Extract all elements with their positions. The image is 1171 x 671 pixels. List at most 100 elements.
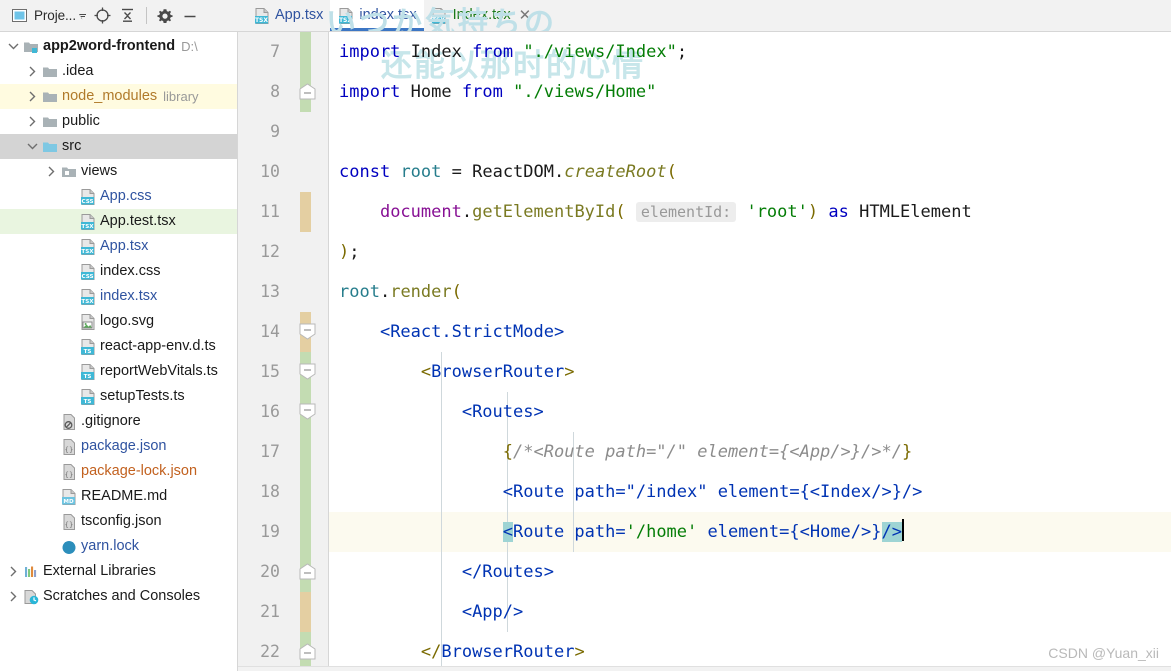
code-line-17[interactable]: {/*<Route path="/" element={<App/>}/>*/}	[339, 432, 912, 472]
chevron-right-icon[interactable]	[6, 591, 21, 602]
tree-row-label: App.css	[100, 188, 152, 205]
tree-row-label: index.css	[100, 263, 161, 280]
dropdown-caret-icon[interactable]	[77, 6, 88, 26]
code-line-14[interactable]: <React.StrictMode>	[339, 312, 564, 352]
editor-tab-label: App.tsx	[275, 7, 324, 24]
code-fold-marker[interactable]	[299, 323, 316, 340]
code-line-19[interactable]: <Route path='/home' element={<Home/>}/>	[339, 512, 904, 552]
code-content[interactable]: 还能以那时的心情 import Index from "./views/Inde…	[328, 32, 1171, 671]
editor-tab-index-tsx-active[interactable]: TSX index.tsx	[330, 0, 424, 31]
tree-row-views[interactable]: views	[0, 159, 237, 184]
tree-row-tsconfig-json[interactable]: {} tsconfig.json	[0, 509, 237, 534]
chevron-right-icon[interactable]	[6, 566, 21, 577]
collapse-all-icon[interactable]	[118, 6, 138, 26]
code-fold-marker[interactable]	[299, 403, 316, 420]
tree-row-node-modules[interactable]: node_modules library	[0, 84, 237, 109]
line-number: 9	[270, 122, 280, 141]
tree-row-index-tsx[interactable]: TSX index.tsx	[0, 284, 237, 309]
tree-row-label: react-app-env.d.ts	[100, 338, 216, 355]
tree-row-label: public	[62, 113, 100, 130]
editor-gutter[interactable]: 789101112131415161718192021222324	[238, 32, 328, 671]
vcs-change-marker-modified[interactable]	[300, 592, 311, 632]
tree-row-scratches-and-consoles[interactable]: Scratches and Consoles	[0, 584, 237, 609]
code-fold-marker[interactable]	[299, 83, 316, 100]
line-number: 18	[260, 482, 280, 501]
close-icon[interactable]: ✕	[519, 8, 532, 23]
minimize-icon[interactable]	[180, 6, 200, 26]
code-line-13[interactable]: root.render(	[339, 272, 462, 312]
tree-row-src[interactable]: src	[0, 134, 237, 159]
tree-row-yarn-lock[interactable]: yarn.lock	[0, 534, 237, 559]
code-line-11[interactable]: document.getElementById( elementId: 'roo…	[339, 192, 972, 232]
tree-row-setuptests-ts[interactable]: TS setupTests.ts	[0, 384, 237, 409]
tree-row-public[interactable]: public	[0, 109, 237, 134]
gitignore-file-icon	[59, 413, 78, 430]
tsx-file-icon: TSX	[253, 7, 270, 24]
tree-row-label: node_modules	[62, 88, 158, 105]
tree-row-label: README.md	[81, 488, 168, 505]
svg-text:TS: TS	[83, 399, 91, 405]
vcs-change-marker-added[interactable]	[300, 32, 311, 72]
chevron-down-icon[interactable]	[6, 42, 21, 51]
tree-row-app-css[interactable]: CSS App.css	[0, 184, 237, 209]
folder-icon	[40, 114, 59, 130]
tree-row-label: External Libraries	[43, 563, 156, 580]
code-line-7[interactable]: import Index from "./views/Index";	[339, 32, 687, 72]
tree-row-package-json[interactable]: {} package.json	[0, 434, 237, 459]
tree-row-label: App.tsx	[100, 238, 149, 255]
tsx-file-icon: TSX	[431, 7, 448, 24]
vcs-change-marker-modified[interactable]	[300, 192, 311, 232]
tree-row--idea[interactable]: .idea	[0, 59, 237, 84]
code-editor[interactable]: 789101112131415161718192021222324 还能以那时的…	[238, 32, 1171, 671]
tree-row-logo-svg[interactable]: logo.svg	[0, 309, 237, 334]
code-line-20[interactable]: </Routes>	[339, 552, 554, 592]
external-libraries-icon	[21, 564, 40, 580]
svg-text:TSX: TSX	[432, 17, 445, 24]
tree-row-package-lock-json[interactable]: {} package-lock.json	[0, 459, 237, 484]
svg-text:TSX: TSX	[81, 299, 94, 305]
chevron-right-icon[interactable]	[25, 91, 40, 102]
tree-row-app-test-tsx[interactable]: TSX App.test.tsx	[0, 209, 237, 234]
vcs-change-marker-added[interactable]	[300, 472, 311, 512]
code-fold-marker[interactable]	[299, 363, 316, 380]
editor-tab-app-tsx[interactable]: TSX App.tsx	[246, 0, 330, 31]
tree-row-reportwebvitals-ts[interactable]: TS reportWebVitals.ts	[0, 359, 237, 384]
code-fold-marker[interactable]	[299, 563, 316, 580]
tree-row-label: reportWebVitals.ts	[100, 363, 218, 380]
code-line-18[interactable]: <Route path="/index" element={<Index/>}/…	[339, 472, 923, 512]
project-panel-title[interactable]: Proje...	[34, 8, 76, 23]
tree-row-label: index.tsx	[100, 288, 158, 305]
chevron-right-icon[interactable]	[44, 166, 59, 177]
vcs-change-marker-added[interactable]	[300, 512, 311, 552]
tree-row--gitignore[interactable]: .gitignore	[0, 409, 237, 434]
line-number: 13	[260, 282, 280, 301]
code-line-8[interactable]: import Home from "./views/Home"	[339, 72, 656, 112]
tree-row-app-tsx[interactable]: TSX App.tsx	[0, 234, 237, 259]
code-fold-marker[interactable]	[299, 643, 316, 660]
tree-row-react-app-env-d-ts[interactable]: TS react-app-env.d.ts	[0, 334, 237, 359]
tree-row-readme-md[interactable]: MD README.md	[0, 484, 237, 509]
code-line-15[interactable]: <BrowserRouter>	[339, 352, 575, 392]
tree-row-label: setupTests.ts	[100, 388, 185, 405]
code-line-21[interactable]: <App/>	[339, 592, 523, 632]
locate-target-icon[interactable]	[93, 6, 113, 26]
code-line-12[interactable]: );	[339, 232, 360, 272]
editor-tab-index-tsx-views[interactable]: TSX Index.tsx ✕	[424, 0, 539, 31]
folder-icon	[40, 64, 59, 80]
chevron-right-icon[interactable]	[25, 66, 40, 77]
vcs-change-marker-added[interactable]	[300, 432, 311, 472]
line-number: 15	[260, 362, 280, 381]
project-tree[interactable]: app2word-frontend D:\ .idea node_modules lib…	[0, 32, 238, 671]
settings-gear-icon[interactable]	[155, 6, 175, 26]
chevron-down-icon[interactable]	[25, 142, 40, 151]
tree-row-app2word-frontend[interactable]: app2word-frontend D:\	[0, 34, 237, 59]
editor-bottom-strip	[238, 666, 1171, 671]
ts-file-icon: TS	[78, 338, 97, 355]
chevron-right-icon[interactable]	[25, 116, 40, 127]
code-line-10[interactable]: const root = ReactDOM.createRoot(	[339, 152, 677, 192]
tree-row-label: App.test.tsx	[100, 213, 176, 230]
tree-row-external-libraries[interactable]: External Libraries	[0, 559, 237, 584]
code-line-16[interactable]: <Routes>	[339, 392, 544, 432]
main-area: app2word-frontend D:\ .idea node_modules lib…	[0, 32, 1171, 671]
tree-row-index-css[interactable]: CSS index.css	[0, 259, 237, 284]
